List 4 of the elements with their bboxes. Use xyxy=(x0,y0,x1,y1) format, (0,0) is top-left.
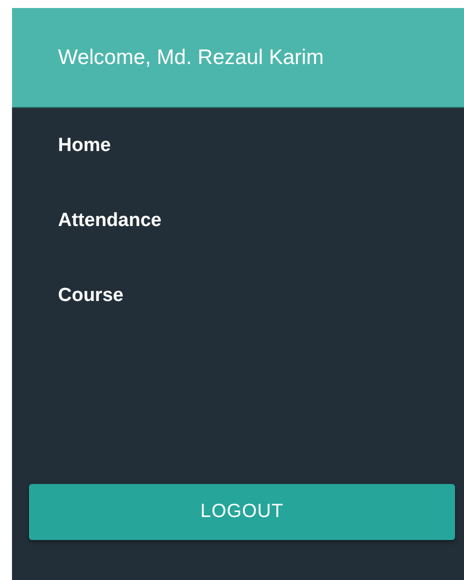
menu-item[interactable]: Attendance xyxy=(12,208,162,234)
welcome-title: Welcome, Md. Rezaul Karim xyxy=(58,46,324,70)
menu-item[interactable]: Course xyxy=(12,283,124,309)
menu-item[interactable]: Home xyxy=(12,133,111,159)
